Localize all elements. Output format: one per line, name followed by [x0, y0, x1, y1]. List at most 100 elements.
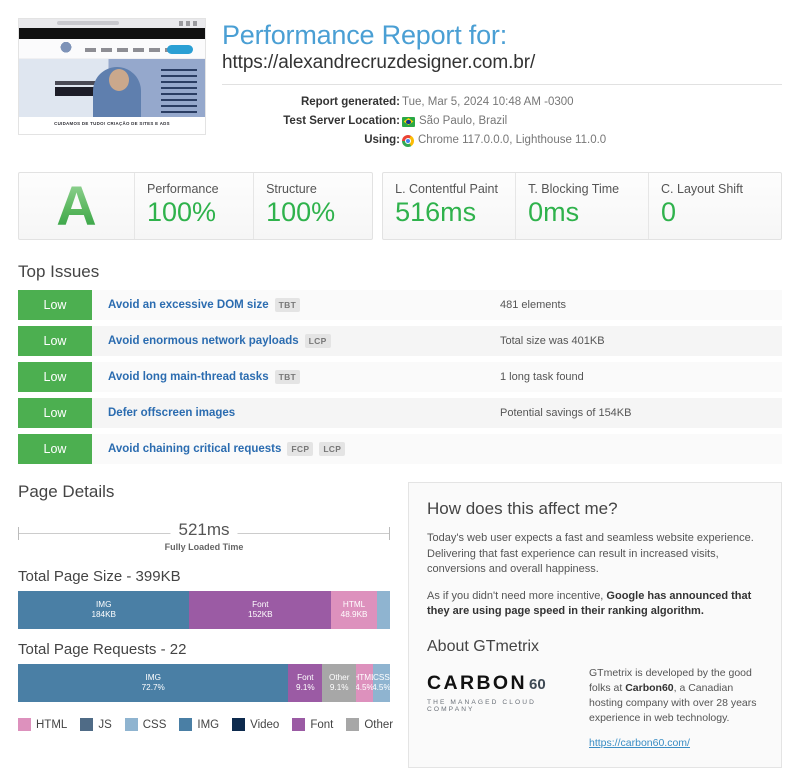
bar-segment-img[interactable]: IMG 72.7%	[18, 664, 288, 702]
legend-swatch-css	[125, 718, 138, 731]
issue-tag: LCP	[305, 334, 331, 348]
top-issues-list: Low Avoid an excessive DOM size TBT 481 …	[18, 290, 782, 464]
score-value-performance: 100%	[147, 197, 241, 227]
report-url[interactable]: https://alexandrecruzdesigner.com.br/	[222, 52, 782, 85]
thumbnail-person-head	[109, 69, 129, 91]
bar-segment-html[interactable]: HTML 48.9KB	[331, 591, 377, 629]
bar-segment-css[interactable]: CSS 4.5%	[373, 664, 390, 702]
brazil-flag-icon	[402, 117, 415, 127]
page-thumbnail-wrap: CUIDAMOS DE TUDO! CRIAÇÃO DE SITES E ADS	[18, 18, 208, 150]
issue-link[interactable]: Avoid long main-thread tasks	[108, 371, 269, 383]
timebar-cap-right	[389, 527, 390, 540]
issue-tag: TBT	[275, 298, 300, 312]
score-cell-performance[interactable]: Performance 100%	[135, 173, 254, 239]
issue-description: Defer offscreen images	[92, 398, 500, 428]
impact-badge: Low	[18, 398, 92, 428]
legend-label: Font	[310, 719, 333, 731]
score-label-cls: C. Layout Shift	[661, 182, 769, 196]
page-requests-chart-title: Total Page Requests - 22	[18, 641, 390, 658]
thumbnail-url-pill	[57, 21, 119, 25]
issue-tag: TBT	[275, 370, 300, 384]
bar-segment-label: IMG	[145, 673, 160, 683]
table-row[interactable]: Low Avoid chaining critical requests FCP…	[18, 434, 782, 464]
bar-segment-label: IMG	[96, 600, 111, 610]
table-row[interactable]: Low Avoid enormous network payloads LCP …	[18, 326, 782, 356]
issue-link[interactable]: Defer offscreen images	[108, 407, 235, 419]
carbon60-link[interactable]: https://carbon60.com/	[589, 736, 690, 751]
table-row[interactable]: Low Defer offscreen images Potential sav…	[18, 398, 782, 428]
table-row[interactable]: Low Avoid an excessive DOM size TBT 481 …	[18, 290, 782, 320]
score-cell-cls[interactable]: C. Layout Shift 0	[649, 173, 781, 239]
legend-swatch-video	[232, 718, 245, 731]
meta-value-location: São Paulo, Brazil	[400, 112, 507, 131]
bar-segment-value: 184KB	[91, 610, 116, 620]
carbon60-logo: CARBON60 THE MANAGED CLOUD COMPANY	[427, 666, 575, 713]
score-label-structure: Structure	[266, 182, 360, 196]
issue-link[interactable]: Avoid an excessive DOM size	[108, 299, 269, 311]
overall-grade-cell: A	[19, 173, 135, 239]
thumbnail-caption: CUIDAMOS DE TUDO! CRIAÇÃO DE SITES E ADS	[19, 121, 205, 126]
issue-value: 481 elements	[500, 290, 782, 320]
bar-segment-img[interactable]: IMG 184KB	[18, 591, 189, 629]
legend-item-css: CSS	[125, 718, 167, 731]
bar-segment-other[interactable]: Other 9.1%	[322, 664, 356, 702]
score-group-webvitals: L. Contentful Paint 516ms T. Blocking Ti…	[382, 172, 782, 240]
timebar-cap-left	[18, 527, 19, 540]
legend-label: CSS	[143, 719, 167, 731]
fully-loaded-label: Fully Loaded Time	[165, 542, 244, 552]
bar-segment-css[interactable]	[377, 591, 390, 629]
fully-loaded-timebar: 521ms Fully Loaded Time	[18, 516, 390, 556]
page-screenshot-thumbnail[interactable]: CUIDAMOS DE TUDO! CRIAÇÃO DE SITES E ADS	[18, 18, 206, 135]
about-gtmetrix-title: About GTmetrix	[427, 638, 763, 656]
bar-segment-value: 4.5%	[356, 683, 373, 693]
score-cell-tbt[interactable]: T. Blocking Time 0ms	[516, 173, 649, 239]
issue-link[interactable]: Avoid enormous network payloads	[108, 335, 299, 347]
legend-swatch-img	[179, 718, 192, 731]
bar-segment-font[interactable]: Font 152KB	[189, 591, 331, 629]
issue-value: Total size was 401KB	[500, 326, 782, 356]
bar-segment-value: 48.9KB	[341, 610, 368, 620]
issue-description: Avoid enormous network payloads LCP	[92, 326, 500, 356]
thumbnail-site-logo	[53, 42, 79, 55]
score-value-structure: 100%	[266, 197, 360, 227]
meta-row-location: Test Server Location: São Paulo, Brazil	[222, 112, 782, 131]
bar-segment-label: HTML	[343, 600, 365, 610]
carbon60-desc-bold: Carbon60	[625, 682, 673, 694]
score-label-performance: Performance	[147, 182, 241, 196]
carbon60-wordmark: CARBON60	[427, 672, 575, 695]
issue-value: Potential savings of 154KB	[500, 398, 782, 428]
carbon60-tagline: THE MANAGED CLOUD COMPANY	[427, 699, 575, 713]
carbon60-description: GTmetrix is developed by the good folks …	[589, 666, 763, 751]
bar-segment-html[interactable]: HTML 4.5%	[356, 664, 373, 702]
legend-item-img: IMG	[179, 718, 219, 731]
carbon60-block: CARBON60 THE MANAGED CLOUD COMPANY GTmet…	[427, 666, 763, 751]
bar-segment-label: Font	[252, 600, 268, 610]
gtmetrix-report-page: CUIDAMOS DE TUDO! CRIAÇÃO DE SITES E ADS…	[0, 0, 800, 733]
meta-value-generated: Tue, Mar 5, 2024 10:48 AM -0300	[400, 93, 574, 112]
impact-badge: Low	[18, 362, 92, 392]
score-value-lcp: 516ms	[395, 197, 503, 227]
bar-segment-value: 9.1%	[330, 683, 349, 693]
info-panel-column: How does this affect me? Today's web use…	[408, 482, 782, 768]
page-size-stacked-bar: IMG 184KB Font 152KB HTML 48.9KB	[18, 591, 390, 629]
impact-badge: Low	[18, 434, 92, 464]
meta-label-generated: Report generated:	[222, 93, 400, 112]
legend-swatch-other	[346, 718, 359, 731]
score-cell-structure[interactable]: Structure 100%	[254, 173, 372, 239]
chrome-icon	[402, 135, 414, 147]
affect-me-panel: How does this affect me? Today's web use…	[408, 482, 782, 768]
bar-segment-label: Font	[297, 673, 313, 683]
legend-label: HTML	[36, 719, 67, 731]
bar-segment-value: 72.7%	[142, 683, 165, 693]
bar-segment-font[interactable]: Font 9.1%	[288, 664, 322, 702]
affect-panel-p2-prefix: As if you didn't need more incentive,	[427, 590, 606, 602]
table-row[interactable]: Low Avoid long main-thread tasks TBT 1 l…	[18, 362, 782, 392]
score-cell-lcp[interactable]: L. Contentful Paint 516ms	[383, 173, 516, 239]
issue-link[interactable]: Avoid chaining critical requests	[108, 443, 281, 455]
report-meta: Report generated: Tue, Mar 5, 2024 10:48…	[222, 85, 782, 150]
bar-segment-value: 152KB	[248, 610, 273, 620]
overall-grade-letter: A	[56, 178, 96, 234]
chart-legend: HTML JS CSS IMG Video	[18, 718, 390, 731]
score-value-cls: 0	[661, 197, 769, 227]
thumbnail-menu-links	[85, 48, 171, 52]
